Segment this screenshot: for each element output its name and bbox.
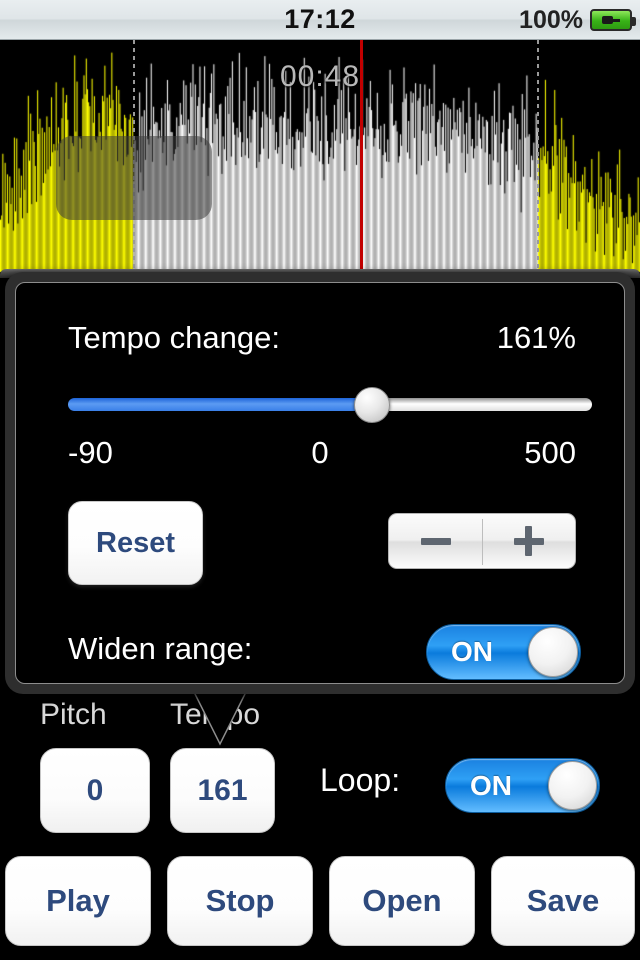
minus-icon	[420, 537, 451, 545]
pitch-value-label: 0	[86, 773, 104, 807]
play-button-label: Play	[46, 883, 110, 918]
stop-button[interactable]: Stop	[167, 856, 313, 946]
waveform-hint-overlay	[56, 136, 212, 220]
tempo-change-popover: Tempo change: 161% -90 0 500 Reset Widen…	[5, 272, 635, 694]
power-plug-icon	[602, 14, 620, 26]
play-button[interactable]: Play	[5, 856, 151, 946]
status-bar: 17:12 100%	[0, 0, 640, 40]
tempo-change-title: Tempo change:	[68, 320, 280, 355]
battery-charging-icon	[590, 9, 636, 31]
popover-content: Tempo change: 161% -90 0 500 Reset Widen…	[15, 282, 625, 684]
widen-range-toggle[interactable]: ON	[426, 624, 581, 680]
tempo-value-button[interactable]: 161	[170, 748, 275, 833]
slider-track-filled	[68, 398, 372, 411]
pitch-caption: Pitch	[40, 698, 107, 731]
tempo-stepper[interactable]	[388, 513, 576, 569]
status-bar-right-group: 100%	[519, 0, 636, 40]
plus-icon	[513, 526, 544, 556]
slider-track-remainder	[371, 398, 592, 411]
bottom-action-bar: Play Stop Open Save	[0, 852, 640, 952]
open-button-label: Open	[362, 883, 442, 918]
battery-percent-label: 100%	[519, 5, 583, 34]
popover-caret-icon	[192, 690, 248, 746]
tempo-decrement-button[interactable]	[389, 514, 482, 568]
pitch-value-button[interactable]: 0	[40, 748, 150, 833]
widen-range-label: Widen range:	[68, 631, 253, 666]
slider-max-label: 500	[524, 435, 576, 470]
save-button-label: Save	[526, 883, 600, 918]
save-button[interactable]: Save	[491, 856, 635, 946]
tempo-increment-button[interactable]	[482, 514, 575, 568]
waveform-display[interactable]: 00:48	[0, 40, 640, 278]
tempo-change-value: 161%	[496, 320, 576, 355]
widen-range-toggle-state: ON	[451, 636, 493, 667]
loop-toggle-knob[interactable]	[548, 761, 597, 810]
reset-button[interactable]: Reset	[68, 501, 203, 585]
reset-button-label: Reset	[96, 526, 175, 559]
loop-label: Loop:	[320, 762, 401, 798]
loop-toggle[interactable]: ON	[445, 758, 600, 813]
widen-range-toggle-knob[interactable]	[528, 627, 578, 677]
playhead-line[interactable]	[360, 40, 363, 278]
tempo-value-label: 161	[197, 773, 248, 807]
loop-toggle-state: ON	[470, 769, 512, 801]
status-bar-clock: 17:12	[284, 4, 356, 34]
stop-button-label: Stop	[205, 883, 275, 918]
open-button[interactable]: Open	[329, 856, 475, 946]
playback-time-label: 00:48	[279, 60, 361, 93]
tempo-slider[interactable]	[68, 387, 592, 423]
slider-thumb[interactable]	[353, 387, 390, 423]
